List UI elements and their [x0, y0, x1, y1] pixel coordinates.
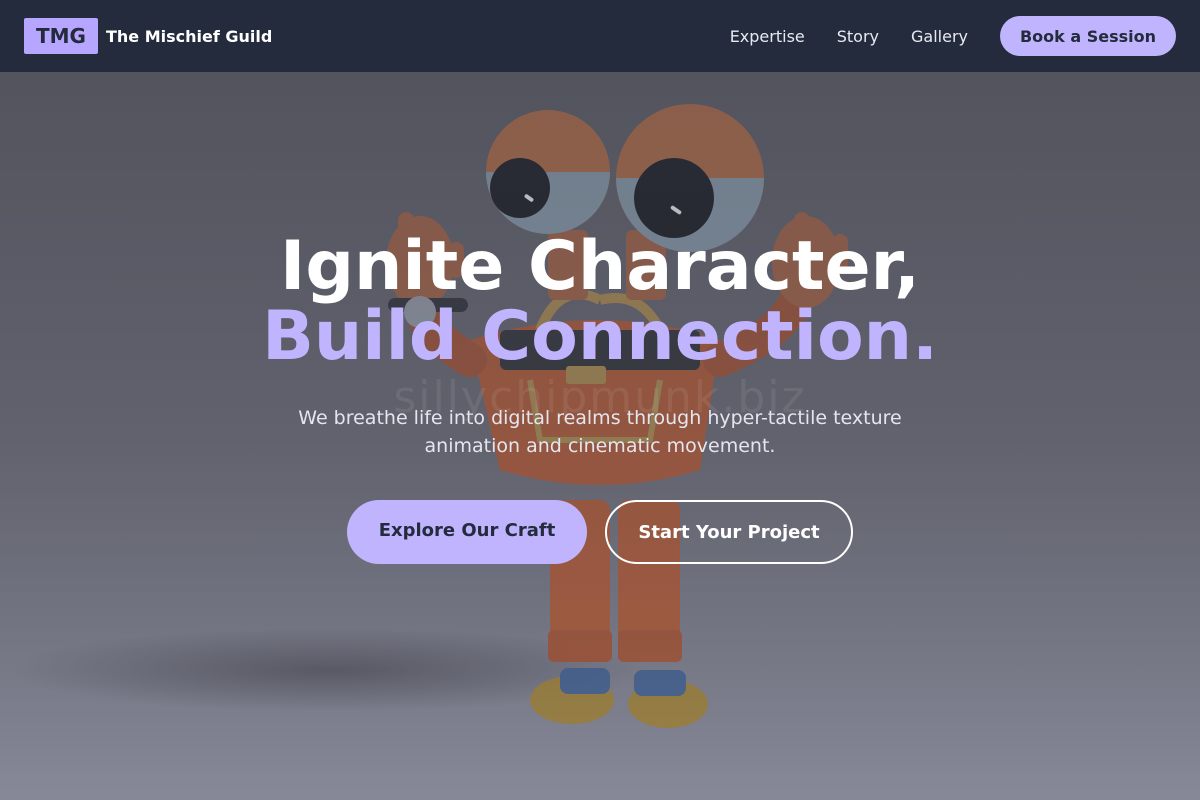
- explore-craft-button[interactable]: Explore Our Craft: [347, 500, 587, 564]
- nav-link-gallery[interactable]: Gallery: [911, 27, 968, 46]
- brand-name[interactable]: The Mischief Guild: [106, 27, 272, 46]
- hero-headline-line-2: Build Connection.: [262, 297, 938, 376]
- hero-headline-line-1: Ignite Character,: [280, 227, 920, 306]
- start-project-button[interactable]: Start Your Project: [605, 500, 853, 564]
- hero-subtitle: We breathe life into digital realms thro…: [298, 407, 902, 457]
- hero-section: Ignite Character, Build Connection. We b…: [0, 232, 1200, 564]
- brand-logo-badge[interactable]: TMG: [24, 18, 98, 54]
- nav-links: Expertise Story Gallery Book a Session: [730, 16, 1176, 56]
- book-session-button[interactable]: Book a Session: [1000, 16, 1176, 56]
- brand[interactable]: TMG The Mischief Guild: [24, 18, 272, 54]
- landing-page: sillychipmunk.biz TMG The Mischief Guild…: [0, 0, 1200, 800]
- hero-button-group: Explore Our Craft Start Your Project: [0, 500, 1200, 564]
- hero-headline: Ignite Character, Build Connection.: [0, 232, 1200, 372]
- top-navigation-bar: TMG The Mischief Guild Expertise Story G…: [0, 0, 1200, 72]
- nav-link-expertise[interactable]: Expertise: [730, 27, 805, 46]
- nav-link-story[interactable]: Story: [837, 27, 879, 46]
